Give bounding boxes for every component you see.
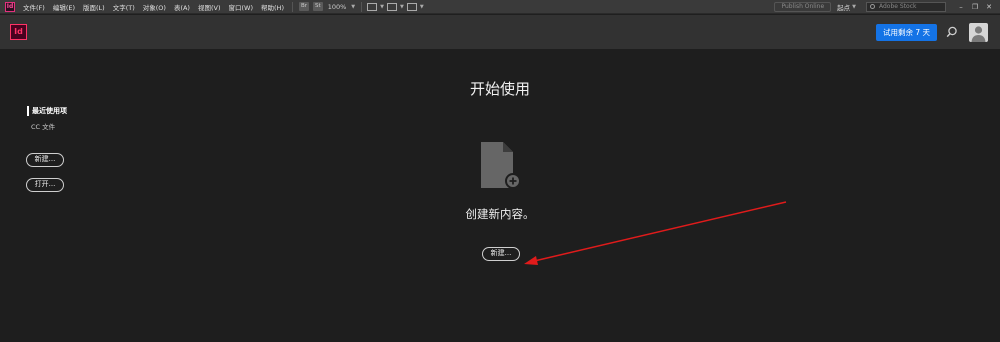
new-document-button[interactable]: 新建...	[482, 247, 520, 261]
menu-file[interactable]: 文件(F)	[19, 2, 49, 12]
menu-layout[interactable]: 版面(L)	[79, 2, 109, 12]
menu-help[interactable]: 帮助(H)	[257, 2, 288, 12]
menu-window[interactable]: 窗口(W)	[225, 2, 258, 12]
page-title: 开始使用	[469, 80, 530, 98]
screen-mode-dropdown-icon[interactable]: ▼	[400, 4, 404, 10]
user-avatar[interactable]	[969, 23, 988, 42]
arrange-documents-dropdown-icon[interactable]: ▼	[420, 4, 424, 10]
stock-search-field[interactable]: Adobe Stock	[866, 1, 946, 12]
workspace-dropdown-icon[interactable]: ▼	[852, 4, 856, 10]
sidebar-new-button[interactable]: 新建...	[26, 153, 64, 167]
bridge-button[interactable]: Br	[298, 2, 310, 11]
new-document-icon	[481, 142, 521, 189]
minimize-icon[interactable]: –	[954, 3, 968, 11]
avatar-icon	[971, 26, 986, 42]
search-icon[interactable]	[946, 26, 958, 38]
stock-search-placeholder: Adobe Stock	[879, 2, 917, 10]
stock-button[interactable]: St	[313, 2, 323, 11]
home-header: Id 试用剩余 7 天	[0, 15, 1000, 49]
toolbar-divider	[361, 1, 363, 12]
menu-view[interactable]: 视图(V)	[194, 2, 225, 12]
menu-object[interactable]: 对象(O)	[139, 2, 170, 12]
view-options-icon[interactable]	[367, 2, 378, 11]
zoom-dropdown-icon[interactable]: ▼	[351, 4, 355, 10]
sidebar-item-recent[interactable]: 最近使用项	[27, 106, 67, 116]
sidebar-open-button[interactable]: 打开...	[26, 178, 64, 192]
menu-edit[interactable]: 编辑(E)	[49, 2, 79, 12]
menu-table[interactable]: 表(A)	[170, 2, 194, 12]
screen-mode-icon[interactable]	[387, 2, 397, 11]
window-controls: – ❐ ✕	[954, 3, 996, 11]
zoom-level[interactable]: 100%	[325, 3, 350, 11]
start-workspace: 开始使用 最近使用项 CC 文件 新建... 打开... 创建新内容。 新建..…	[0, 49, 1000, 342]
publish-online-button[interactable]: Publish Online	[774, 1, 832, 12]
search-icon	[870, 3, 875, 9]
menu-type[interactable]: 文字(T)	[109, 2, 139, 12]
create-new-content-text: 创建新内容。	[465, 207, 535, 221]
restore-icon[interactable]: ❐	[968, 3, 982, 11]
menu-bar: Id 文件(F) 编辑(E) 版面(L) 文字(T) 对象(O) 表(A) 视图…	[0, 0, 1000, 14]
indesign-app-icon: Id	[5, 1, 15, 12]
workspace-switcher[interactable]: 起点	[837, 2, 850, 12]
close-icon[interactable]: ✕	[982, 3, 996, 11]
sidebar-item-cc-files[interactable]: CC 文件	[31, 121, 55, 131]
arrange-documents-icon[interactable]	[406, 2, 417, 11]
toolbar-divider	[291, 1, 293, 12]
view-options-dropdown-icon[interactable]: ▼	[380, 4, 384, 10]
indesign-logo: Id	[10, 24, 27, 40]
trial-remaining-button[interactable]: 试用剩余 7 天	[876, 24, 937, 41]
